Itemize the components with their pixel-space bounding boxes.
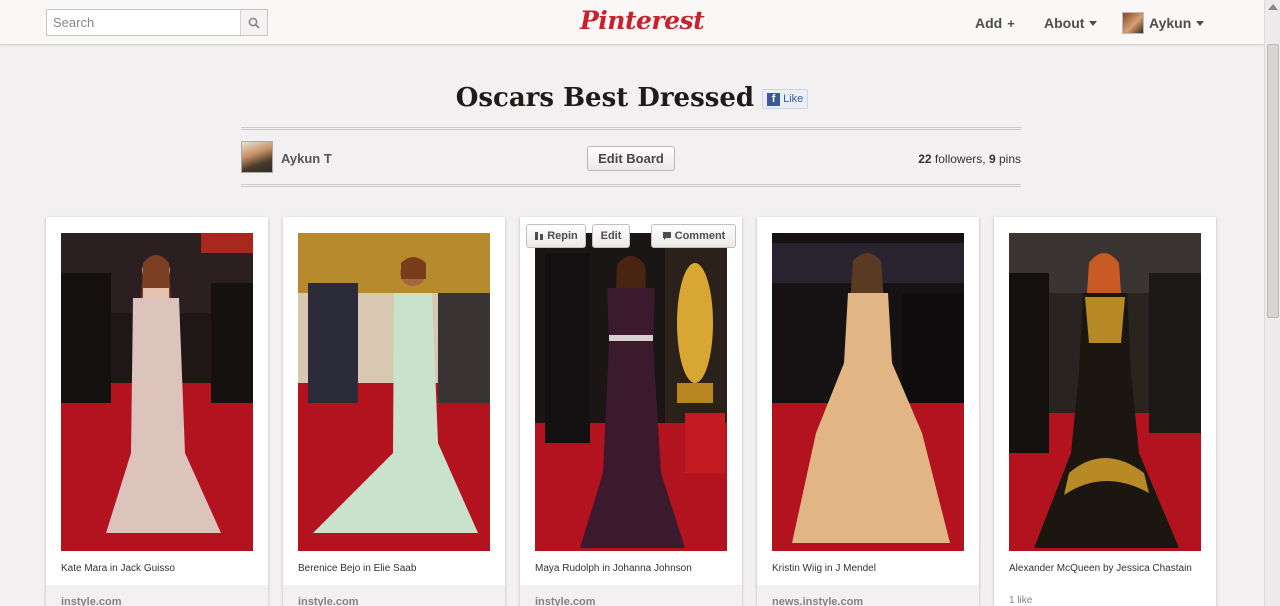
pin-image[interactable]: [535, 233, 727, 551]
add-menu[interactable]: Add +: [975, 14, 1015, 32]
scrollbar-thumb[interactable]: [1267, 44, 1279, 318]
divider-top: [241, 127, 1021, 130]
pin-likes[interactable]: 1 like: [1009, 595, 1032, 606]
search-button[interactable]: [240, 10, 267, 35]
repin-label: Repin: [547, 230, 578, 242]
comment-icon: [662, 232, 671, 240]
user-menu-label: Aykun: [1149, 15, 1192, 31]
pin-source[interactable]: instyle.com: [520, 585, 742, 606]
pin-card[interactable]: Berenice Bejo in Elie Saab instyle.com: [283, 217, 505, 606]
pin-card[interactable]: Repin Edit Comment Maya Rudolph in Johan…: [520, 217, 742, 606]
board-stats: 22 followers, 9 pins: [860, 152, 1021, 166]
pin-image[interactable]: [1009, 233, 1201, 551]
pin-caption: Maya Rudolph in Johanna Johnson: [535, 563, 692, 574]
edit-pin-button[interactable]: Edit: [592, 224, 630, 248]
scroll-up-arrow-icon[interactable]: [1268, 4, 1278, 10]
search-icon: [248, 17, 260, 29]
about-menu-label: About: [1044, 15, 1085, 31]
pins-label: pins: [998, 152, 1021, 166]
search-box: [46, 9, 268, 36]
followers-count[interactable]: 22: [918, 152, 931, 166]
board-title-row: Oscars Best Dressed f Like: [0, 80, 1264, 116]
facebook-icon: f: [767, 92, 781, 106]
user-avatar: [1122, 12, 1144, 34]
facebook-like-label: Like: [783, 93, 804, 105]
pin-source[interactable]: news.instyle.com: [757, 585, 979, 606]
pin-source[interactable]: instyle.com: [283, 585, 505, 606]
about-menu[interactable]: About: [1044, 14, 1098, 32]
pin-image[interactable]: [298, 233, 490, 551]
pin-caption: Berenice Bejo in Elie Saab: [298, 563, 417, 574]
page-scrollbar[interactable]: [1264, 0, 1280, 606]
user-menu[interactable]: Aykun: [1122, 12, 1205, 34]
pin-caption: Kate Mara in Jack Guisso: [61, 563, 175, 574]
pin-caption: Kristin Wiig in J Mendel: [772, 563, 876, 574]
pin-image[interactable]: [772, 233, 964, 551]
edit-board-button[interactable]: Edit Board: [587, 146, 675, 171]
search-input[interactable]: [47, 10, 241, 35]
add-menu-label: Add: [975, 15, 1003, 31]
pin-image[interactable]: [61, 233, 253, 551]
repin-button[interactable]: Repin: [526, 224, 586, 248]
chevron-down-icon: [1196, 20, 1205, 26]
comment-button[interactable]: Comment: [651, 224, 736, 248]
pinterest-logo[interactable]: Pinterest: [580, 6, 705, 36]
pin-card[interactable]: Kristin Wiig in J Mendel news.instyle.co…: [757, 217, 979, 606]
owner-avatar[interactable]: [241, 141, 273, 173]
pin-source[interactable]: instyle.com: [46, 585, 268, 606]
edit-pin-label: Edit: [600, 230, 622, 242]
owner-name[interactable]: Aykun T: [281, 151, 332, 166]
pin-card[interactable]: Alexander McQueen by Jessica Chastain 1 …: [994, 217, 1216, 606]
board-title: Oscars Best Dressed: [455, 83, 755, 113]
plus-icon: +: [1007, 15, 1015, 31]
comment-label: Comment: [674, 230, 726, 242]
pin-caption: Alexander McQueen by Jessica Chastain: [1009, 563, 1192, 574]
chevron-down-icon: [1089, 20, 1098, 26]
pin-card[interactable]: Kate Mara in Jack Guisso instyle.com: [46, 217, 268, 606]
followers-label: followers,: [934, 152, 986, 166]
divider-bottom: [241, 184, 1021, 187]
pins-count: 9: [988, 152, 996, 166]
repin-icon: [535, 232, 544, 240]
facebook-like-button[interactable]: f Like: [762, 89, 809, 109]
top-navigation-bar: Pinterest Add + About Aykun: [0, 0, 1264, 45]
